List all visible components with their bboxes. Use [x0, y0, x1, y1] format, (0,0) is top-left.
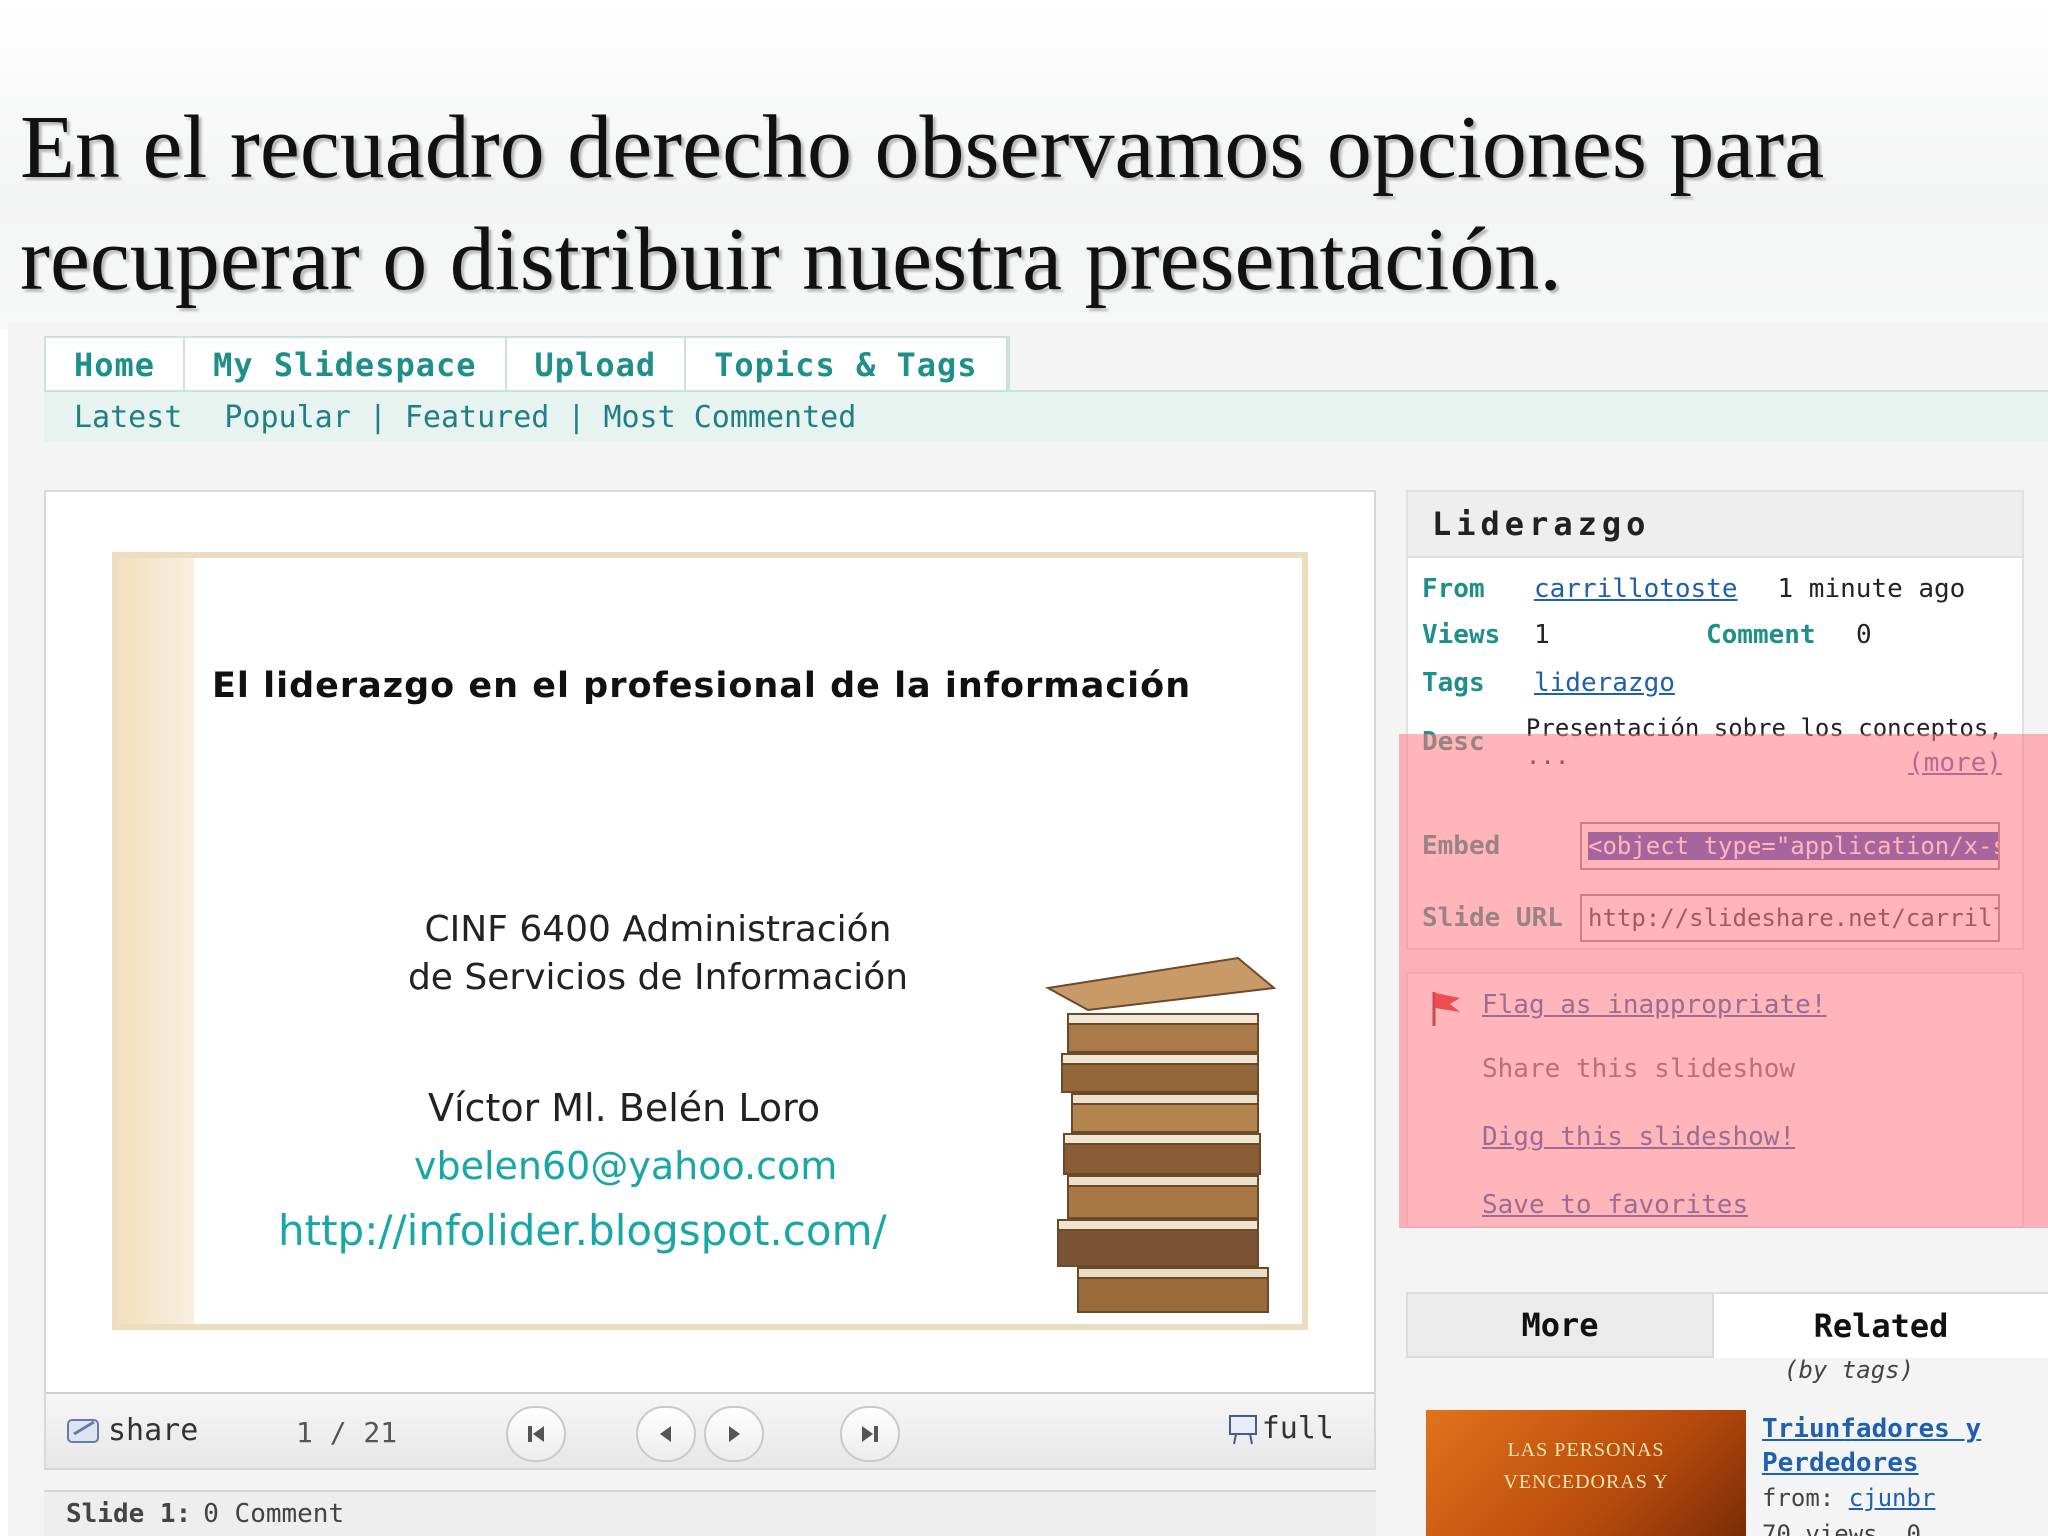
sub-nav-latest[interactable]: Latest — [74, 400, 182, 435]
slide-url-value: http://slideshare.net/carrillotoste — [1588, 904, 1998, 932]
embed-code-field[interactable]: <object type="application/x-shoc — [1580, 822, 2000, 870]
related-author-link[interactable]: cjunbr — [1849, 1484, 1936, 1512]
from-label: From — [1422, 574, 1485, 604]
main-nav: Home My Slidespace Upload Topics & Tags — [44, 336, 1010, 392]
slide-comment-bar[interactable]: Slide 1: 0 Comment — [44, 1490, 1376, 1536]
related-title-line-1: Triunfadores y — [1762, 1414, 1982, 1444]
info-from-row: From carrillotoste 1 minute ago — [1422, 574, 1965, 604]
fullscreen-label: full — [1261, 1410, 1334, 1446]
slide-preview[interactable]: El liderazgo en el profesional de la inf… — [112, 552, 1308, 1330]
tab-more[interactable]: More — [1406, 1292, 1714, 1358]
sub-nav-popular[interactable]: Popular — [224, 400, 350, 435]
save-favorites-link[interactable]: Save to favorites — [1482, 1190, 1748, 1220]
flag-icon — [1432, 992, 1460, 1026]
previous-slide-button[interactable] — [636, 1406, 696, 1462]
sub-nav-separator: | — [567, 399, 586, 435]
digg-slideshow-link[interactable]: Digg this slideshow! — [1482, 1122, 1795, 1152]
related-views: 70 views, 0 — [1762, 1520, 1921, 1536]
heading-line-2: recuperar o distribuir nuestra presentac… — [20, 210, 1562, 309]
slide-counter: 1 / 21 — [296, 1416, 398, 1449]
next-slide-button[interactable] — [704, 1406, 764, 1462]
first-slide-button[interactable] — [506, 1406, 566, 1462]
course-line-2: de Servicios de Información — [407, 957, 909, 998]
sub-nav-separator: | — [368, 399, 387, 435]
related-title-line-2: Perdedores — [1762, 1448, 1919, 1478]
next-icon — [729, 1426, 740, 1442]
share-icon — [67, 1419, 99, 1443]
course-line-1: CINF 6400 Administración — [424, 909, 892, 950]
prev-icon — [660, 1426, 671, 1442]
fullscreen-icon — [1228, 1415, 1257, 1445]
slide-url-label: Slide URL — [1422, 903, 1563, 933]
tab-upload[interactable]: Upload — [507, 338, 687, 392]
comment-value: 0 — [1856, 620, 1872, 650]
share-control[interactable]: share — [64, 1412, 198, 1448]
books-image — [1044, 956, 1277, 1313]
related-title-link[interactable]: Triunfadores y Perdedores — [1762, 1412, 1981, 1480]
slideshow-player: El liderazgo en el profesional de la inf… — [44, 490, 1376, 1470]
embed-code-value: <object type="application/x-shoc — [1588, 832, 1998, 860]
slide-heading: En el recuadro derecho observamos opcion… — [20, 92, 2020, 316]
more-related-tabs: More Related — [1406, 1292, 2048, 1358]
slide-url-field[interactable]: http://slideshare.net/carrillotoste — [1580, 894, 2000, 942]
info-tags-row: Tags liderazgo — [1422, 668, 1675, 698]
related-thumbnail[interactable]: LAS PERSONAS VENCEDORAS Y — [1426, 1410, 1746, 1536]
more-link[interactable]: (more) — [1908, 748, 2002, 778]
share-label: share — [108, 1412, 199, 1448]
tags-label: Tags — [1422, 668, 1485, 698]
sub-nav-featured[interactable]: Featured — [405, 400, 550, 435]
slideshow-title: Liderazgo — [1408, 492, 2022, 558]
tag-link[interactable]: liderazgo — [1534, 668, 1675, 698]
by-tags-note: (by tags) — [1784, 1356, 1915, 1384]
player-controls: share 1 / 21 full — [46, 1392, 1374, 1468]
related-thumbnail-text: LAS PERSONAS VENCEDORAS Y — [1503, 1439, 1669, 1493]
last-slide-button[interactable] — [840, 1406, 900, 1462]
slide-title: El liderazgo en el profesional de la inf… — [212, 666, 1192, 706]
slide-comment-label: Slide 1: — [66, 1499, 192, 1529]
embed-label: Embed — [1422, 831, 1501, 861]
flag-inappropriate-link[interactable]: Flag as inappropriate! — [1482, 990, 1826, 1020]
slide-url: http://infolider.blogspot.com/ — [278, 1206, 887, 1255]
comment-label: Comment — [1706, 620, 1816, 650]
slide-email: vbelen60@yahoo.com — [414, 1144, 838, 1188]
slideshow-info-panel: Liderazgo From carrillotoste 1 minute ag… — [1406, 490, 2024, 950]
sub-nav: Latest Popular | Featured | Most Comment… — [44, 390, 2048, 442]
tab-related[interactable]: Related — [1714, 1292, 2048, 1358]
tab-topics-tags[interactable]: Topics & Tags — [686, 338, 1008, 392]
skip-forward-icon — [862, 1426, 878, 1442]
upload-time: 1 minute ago — [1777, 574, 1966, 604]
slide-url-row: Slide URL http://slideshare.net/carrillo… — [1422, 894, 2000, 942]
tab-my-slidespace[interactable]: My Slidespace — [185, 338, 507, 392]
views-value: 1 — [1534, 620, 1550, 650]
actions-panel: Flag as inappropriate! Share this slides… — [1406, 972, 2024, 1228]
slide-comment-count: 0 Comment — [203, 1499, 345, 1529]
related-from: from: cjunbr — [1762, 1484, 1935, 1512]
fullscreen-button[interactable]: full — [1226, 1410, 1334, 1446]
heading-line-1: En el recuadro derecho observamos opcion… — [20, 98, 1825, 197]
skip-back-icon — [528, 1426, 544, 1442]
slide-course: CINF 6400 Administración de Servicios de… — [378, 906, 938, 1002]
tab-home[interactable]: Home — [46, 338, 186, 392]
desc-label: Desc — [1422, 727, 1485, 757]
related-from-label: from: — [1762, 1484, 1835, 1512]
sub-nav-most-commented[interactable]: Most Commented — [603, 400, 856, 435]
share-slideshow-link[interactable]: Share this slideshow — [1482, 1054, 1795, 1084]
embed-row: Embed <object type="application/x-shoc — [1422, 822, 2000, 870]
views-label: Views — [1422, 620, 1501, 650]
info-views-row: Views 1 Comment 0 — [1422, 620, 1872, 650]
author-link[interactable]: carrillotoste — [1534, 574, 1738, 604]
slide-author: Víctor Ml. Belén Loro — [428, 1086, 821, 1130]
slide-decoration — [118, 558, 194, 1324]
